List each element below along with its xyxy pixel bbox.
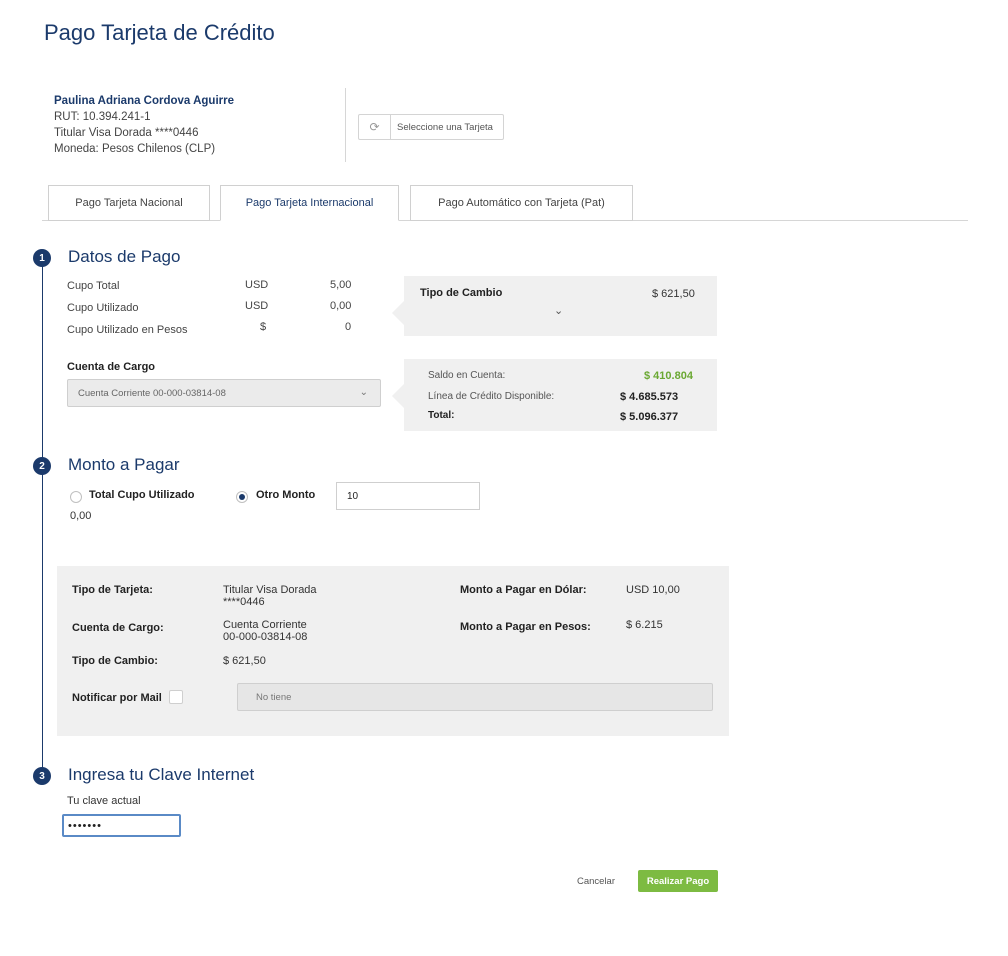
user-info: Paulina Adriana Cordova Aguirre RUT: 10.… [54,93,234,157]
cupo-pesos-label: Cupo Utilizado en Pesos [67,324,188,336]
password-input[interactable]: ••••••• [62,814,181,837]
otro-monto-label: Otro Monto [256,489,316,501]
cupo-pesos-value: 0 [345,321,352,333]
section-monto-pagar: Monto a Pagar [68,455,180,474]
summary-usd-value: USD 10,00 [626,584,680,596]
exchange-label: Tipo de Cambio [420,287,503,299]
total-value: $ 5.096.377 [620,411,679,423]
cupo-total-label: Cupo Total [67,280,120,292]
section-datos-pago: Datos de Pago [68,247,181,266]
credit-label: Línea de Crédito Disponible: [428,391,555,402]
radio-total-cupo[interactable] [70,491,82,503]
credit-value: $ 4.685.573 [620,391,679,403]
exchange-box: Tipo de Cambio $ 621,50 ⌄ [404,276,717,336]
exchange-value: $ 621,50 [652,288,695,300]
mail-field[interactable]: No tiene [237,683,713,711]
tab-pago-nacional[interactable]: Pago Tarjeta Nacional [48,185,210,221]
user-rut: RUT: 10.394.241-1 [54,111,151,123]
total-label: Total: [428,410,455,421]
otro-monto-input[interactable]: 10 [336,482,480,510]
balance-value: $ 410.804 [644,370,693,382]
radio-selected-dot [239,494,245,500]
balance-box-notch [392,384,404,408]
step-2-badge: 2 [33,457,51,475]
refresh-card-icon: ⟳ [359,115,391,139]
account-select[interactable]: Cuenta Corriente 00-000-03814-08 ⌄ [67,379,381,407]
summary-card-type-value: Titular Visa Dorada ****0446 [223,584,317,608]
balance-box: Saldo en Cuenta: $ 410.804 Línea de Créd… [404,359,717,431]
select-card-label: Seleccione una Tarjeta [397,121,493,133]
balance-label: Saldo en Cuenta: [428,370,506,381]
step-1-badge: 1 [33,249,51,267]
user-name: Paulina Adriana Cordova Aguirre [54,95,234,107]
summary-clp-label: Monto a Pagar en Pesos: [460,621,591,633]
summary-account-value: Cuenta Corriente 00-000-03814-08 [223,619,308,643]
cupo-total-value: 5,00 [330,279,352,291]
total-cupo-value: 0,00 [70,510,92,522]
section-clave-internet: Ingresa tu Clave Internet [68,765,255,784]
notify-label: Notificar por Mail [72,692,162,704]
summary-card-type-label: Tipo de Tarjeta: [72,584,153,596]
user-card: Titular Visa Dorada ****0446 [54,127,199,139]
summary-exchange-value: $ 621,50 [223,655,266,667]
summary-usd-label: Monto a Pagar en Dólar: [460,584,587,596]
radio-otro-monto[interactable] [236,491,248,503]
account-label: Cuenta de Cargo [67,361,156,373]
cupo-total-currency: USD [245,279,269,291]
submit-payment-button[interactable]: Realizar Pago [638,870,718,892]
divider [345,88,346,162]
cupo-utilizado-currency: USD [245,300,269,312]
chevron-down-icon[interactable]: ⌄ [554,304,563,317]
summary-clp-value: $ 6.215 [626,619,663,631]
chevron-down-icon: ⌄ [359,387,368,398]
notify-checkbox[interactable] [169,690,183,704]
password-label: Tu clave actual [67,795,141,807]
cancel-button[interactable]: Cancelar [566,870,626,892]
cupo-utilizado-label: Cupo Utilizado [67,302,139,314]
tab-pago-automatico[interactable]: Pago Automático con Tarjeta (Pat) [410,185,633,221]
total-cupo-label: Total Cupo Utilizado [89,489,195,501]
summary-account-label: Cuenta de Cargo: [72,622,164,634]
steps-timeline [42,258,43,774]
exchange-box-notch [392,301,404,325]
step-3-badge: 3 [33,767,51,785]
account-selected: Cuenta Corriente 00-000-03814-08 [78,387,226,399]
select-card-button[interactable]: ⟳ Seleccione una Tarjeta [358,114,504,140]
user-currency: Moneda: Pesos Chilenos (CLP) [54,143,216,155]
cupo-utilizado-value: 0,00 [330,300,352,312]
summary-exchange-label: Tipo de Cambio: [72,655,158,667]
page-title: Pago Tarjeta de Crédito [44,20,275,45]
cupo-pesos-currency: $ [260,321,267,333]
tab-pago-internacional[interactable]: Pago Tarjeta Internacional [220,185,399,221]
